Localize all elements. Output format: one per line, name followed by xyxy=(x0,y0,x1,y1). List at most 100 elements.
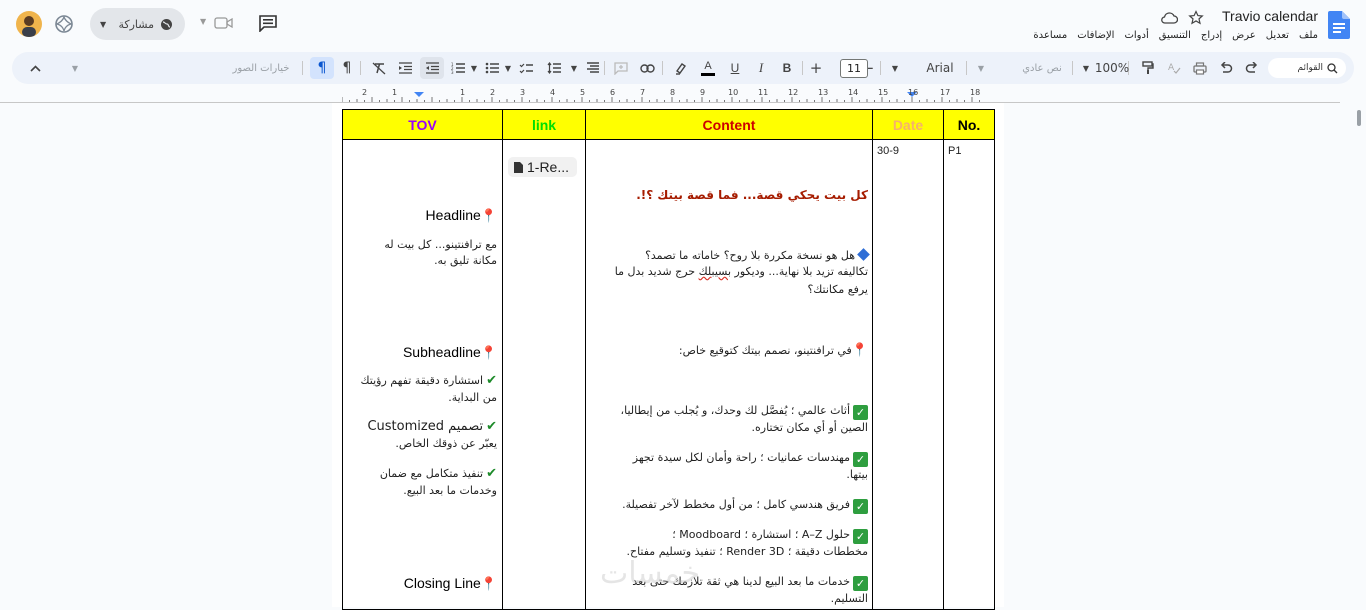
share-button[interactable]: ▼ مشاركة xyxy=(90,8,185,40)
font-size-input[interactable]: 11 xyxy=(840,59,868,78)
meet-caret-icon[interactable]: ▼ xyxy=(200,17,206,26)
date-cell[interactable] xyxy=(872,139,944,610)
underline-button[interactable]: U xyxy=(726,52,744,84)
header-tov[interactable]: TOV xyxy=(342,109,503,140)
header-no-label: No. xyxy=(957,116,981,133)
ruler-number: 16 xyxy=(908,88,919,97)
row-date: 30-9 xyxy=(877,145,900,157)
document-title[interactable]: Travio calendar xyxy=(1222,8,1318,24)
menu-file[interactable]: ملف xyxy=(1299,30,1318,41)
separator xyxy=(1072,61,1073,75)
spellcheck-icon: A xyxy=(1168,63,1181,74)
header-content[interactable]: Content xyxy=(585,109,873,140)
menu-edit[interactable]: تعديل xyxy=(1266,30,1289,41)
menu-extensions[interactable]: الإضافات xyxy=(1077,30,1114,41)
separator xyxy=(604,61,605,75)
menu-format[interactable]: التنسيق xyxy=(1159,30,1191,41)
content-point-1-line-1: أثاث عالمي ؛ يُفصَّل لك وحدك، و يُجلب من… xyxy=(620,404,850,417)
comment-icon[interactable] xyxy=(258,14,278,32)
italic-button[interactable]: I xyxy=(752,52,770,84)
content-question-1-text: هل هو نسخة مكررة بلا روح؟ خاماته ما تصمد… xyxy=(645,249,855,262)
increase-indent-button[interactable] xyxy=(394,52,416,84)
decrease-indent-button[interactable] xyxy=(420,52,444,84)
tov-headline-line-2: مكانة تليق به. xyxy=(434,254,497,267)
avatar[interactable] xyxy=(16,11,42,37)
text-color-button[interactable]: A xyxy=(698,52,718,84)
ruler-number: 12 xyxy=(788,88,799,97)
menu-help[interactable]: مساعدة xyxy=(1033,30,1067,41)
bold-button[interactable]: B xyxy=(778,52,796,84)
search-menus[interactable]: القوائم xyxy=(1268,58,1346,78)
video-call-icon[interactable] xyxy=(214,15,234,31)
ltr-button[interactable]: ¶ xyxy=(310,52,334,84)
insert-link-button[interactable] xyxy=(636,52,658,84)
tov-sub-2: ✔تصميم Customized xyxy=(350,419,497,434)
paragraph-style-select[interactable]: نص عادي xyxy=(1014,52,1070,84)
clear-formatting-button[interactable] xyxy=(368,52,390,84)
header-date[interactable]: Date xyxy=(872,109,944,140)
share-caret-icon[interactable]: ▼ xyxy=(100,20,106,29)
spelling-error-word[interactable]: بسيبلك xyxy=(699,265,731,278)
tov-sub-2-line-1: تصميم Customized xyxy=(367,419,484,434)
more-caret-icon[interactable]: ▼ xyxy=(68,52,82,84)
header-link[interactable]: link xyxy=(502,109,586,140)
numbered-list-button[interactable]: 123 xyxy=(448,52,468,84)
menu-tools[interactable]: أدوات xyxy=(1124,30,1148,41)
search-menus-label: القوائم xyxy=(1297,63,1323,73)
zoom-caret-icon[interactable]: ▼ xyxy=(1080,52,1092,84)
font-select[interactable]: Arial xyxy=(920,52,960,84)
print-button[interactable] xyxy=(1190,52,1210,84)
check-box-icon: ✓ xyxy=(853,452,868,467)
checklist-button[interactable] xyxy=(516,52,536,84)
link-cell[interactable] xyxy=(502,139,586,610)
font-caret-icon[interactable]: ▼ xyxy=(888,52,902,84)
file-link-chip[interactable]: 1-Re... xyxy=(508,157,577,177)
content-question-2-a: تكاليفه تزيد بلا نهاية... وديكور xyxy=(731,265,868,278)
increase-indent-icon xyxy=(399,62,412,74)
redo-button[interactable] xyxy=(1216,52,1236,84)
row-number: P1 xyxy=(948,145,962,157)
docs-logo-icon[interactable] xyxy=(1328,11,1350,39)
gemini-icon[interactable] xyxy=(52,12,76,36)
ruler-number: 7 xyxy=(640,88,646,97)
content-question-2-b: حرج شديد بدل ما xyxy=(614,265,699,278)
increase-font-size-button[interactable]: + xyxy=(808,52,824,84)
spellcheck-button[interactable]: A xyxy=(1164,52,1184,84)
numbered-caret-icon[interactable]: ▼ xyxy=(468,52,480,84)
highlight-button[interactable] xyxy=(670,52,690,84)
star-icon[interactable] xyxy=(1188,10,1204,26)
add-comment-icon xyxy=(614,61,628,75)
horizontal-ruler[interactable]: 18 17 16 15 14 13 12 11 10 9 8 7 6 5 4 3… xyxy=(341,88,982,103)
image-options-label: خيارات الصور xyxy=(232,62,290,74)
bullet-caret-icon[interactable]: ▼ xyxy=(502,52,514,84)
ruler-number: 3 xyxy=(520,88,526,97)
style-caret-icon[interactable]: ▼ xyxy=(974,52,988,84)
add-comment-button[interactable] xyxy=(610,52,632,84)
paint-format-button[interactable] xyxy=(1138,52,1158,84)
header-link-label: link xyxy=(531,116,557,133)
ruler-number: 2 xyxy=(362,88,368,97)
align-caret-icon[interactable]: ▼ xyxy=(568,52,580,84)
tov-subheadline-label: Subheadline xyxy=(402,344,481,360)
bulleted-list-button[interactable] xyxy=(482,52,502,84)
bulleted-list-icon xyxy=(485,62,499,74)
rtl-button[interactable]: ¶ xyxy=(336,52,358,84)
separator xyxy=(302,61,303,75)
image-options-button[interactable]: خيارات الصور xyxy=(224,52,298,84)
check-box-icon: ✓ xyxy=(853,529,868,544)
no-cell[interactable] xyxy=(943,139,995,610)
vertical-scrollbar[interactable] xyxy=(1352,103,1366,607)
ruler-number: 4 xyxy=(550,88,556,97)
ruler-number: 15 xyxy=(878,88,889,97)
scrollbar-thumb[interactable] xyxy=(1357,110,1361,126)
menu-view[interactable]: عرض xyxy=(1232,30,1256,41)
zoom-select[interactable]: 100% xyxy=(1095,52,1129,84)
cloud-saved-icon[interactable] xyxy=(1160,11,1178,25)
align-button[interactable] xyxy=(582,52,602,84)
menu-insert[interactable]: إدراج xyxy=(1201,30,1222,41)
undo-button[interactable] xyxy=(1242,52,1262,84)
content-title: كل بيت يحكي قصة... فما قصة بيتك ؟!. xyxy=(636,188,868,202)
header-no[interactable]: No. xyxy=(943,109,995,140)
line-spacing-button[interactable] xyxy=(544,52,564,84)
collapse-menus-button[interactable] xyxy=(26,52,44,84)
